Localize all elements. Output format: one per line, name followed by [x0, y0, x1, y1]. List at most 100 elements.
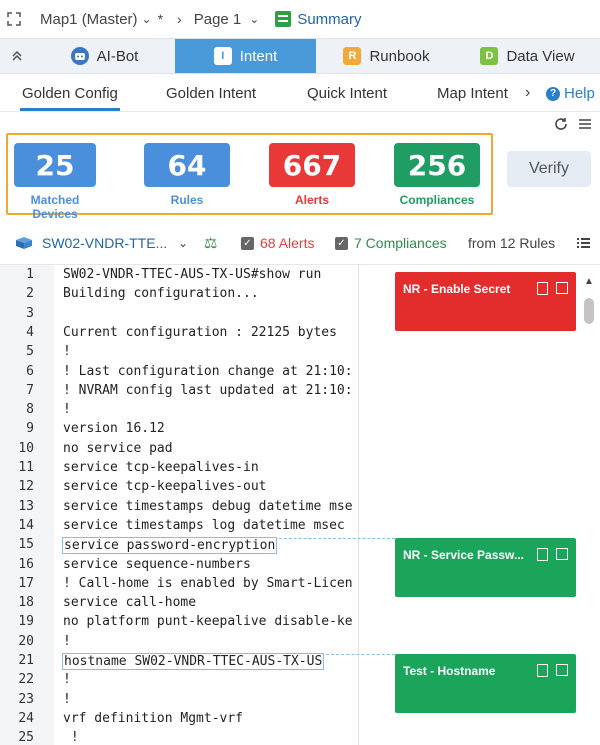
line-number: 13	[18, 498, 34, 514]
list-icon[interactable]	[577, 237, 590, 249]
summary-icon	[275, 11, 292, 27]
switch-icon	[16, 237, 32, 249]
line-number: 12	[18, 479, 34, 495]
stat-value: 667	[269, 143, 355, 187]
line-number: 22	[18, 672, 34, 688]
code-line: Current configuration : 22125 bytes	[63, 324, 337, 340]
tab-ai-bot[interactable]: AI-Bot	[34, 39, 175, 73]
tab-data-view[interactable]: D Data View	[457, 39, 598, 73]
code-line: no platform punt-keepalive disable-ke	[63, 614, 353, 630]
line-number: 23	[18, 691, 34, 707]
device-selector[interactable]: SW02-VNDR-TTE...	[42, 235, 167, 251]
chevron-down-icon: ⌄	[249, 12, 260, 26]
expand-icon[interactable]	[0, 0, 28, 38]
intent-i-icon: I	[213, 47, 232, 65]
menu-icon[interactable]	[578, 117, 592, 131]
code-line: ! NVRAM config last updated at 21:10:	[63, 382, 353, 398]
stat-label: Alerts	[294, 193, 329, 207]
code-line: !	[63, 730, 79, 745]
dataview-d-icon: D	[480, 47, 499, 65]
line-number: 10	[18, 440, 34, 456]
page-selector[interactable]: Page 1 ⌄	[194, 11, 260, 28]
tab-intent[interactable]: I Intent	[175, 39, 316, 73]
line-number: 15	[18, 537, 34, 553]
rule-card-title: NR - Service Passw...	[403, 548, 524, 562]
stat-value: 256	[394, 143, 480, 187]
rule-card-service-password[interactable]: NR - Service Passw...	[395, 538, 576, 597]
rule-card-hostname[interactable]: Test - Hostname	[395, 654, 576, 713]
code-line: !	[63, 672, 71, 688]
subnav-golden-intent[interactable]: Golden Intent	[166, 85, 256, 102]
config-viewer: 1 2 3 4 5 6 7 8 9 10 11 12 13 14 15 16 17 18 19 20 21 22 23 24 2…	[0, 264, 600, 745]
code-line: service sequence-numbers	[63, 556, 251, 572]
subnav-map-intent[interactable]: Map Intent	[437, 85, 508, 102]
rule-card-enable-secret[interactable]: NR - Enable Secret	[395, 272, 576, 331]
checkbox-checked-icon: ✓	[335, 236, 348, 250]
alerts-count: 68 Alerts	[260, 235, 315, 251]
code-line: !	[63, 691, 71, 707]
line-number: 14	[18, 517, 34, 533]
scroll-up-arrow-icon[interactable]: ▲	[584, 276, 594, 287]
rule-card-title: NR - Enable Secret	[403, 282, 511, 296]
tab-label: AI-Bot	[96, 47, 139, 65]
tool-icons	[554, 117, 592, 131]
scrollbar-thumb[interactable]	[584, 298, 594, 324]
code-line: !	[63, 344, 71, 360]
help-label: Help	[564, 85, 595, 102]
matched-code-line: hostname SW02-VNDR-TTEC-AUS-TX-US	[62, 653, 325, 670]
device-row: SW02-VNDR-TTE... ⌄ ⚖ ✓ 68 Alerts ✓ 7 Com…	[0, 229, 600, 257]
chevron-right-icon[interactable]: ›	[525, 84, 530, 102]
stat-matched-devices[interactable]: 25 Matched Devices	[12, 143, 98, 221]
main-tab-bar: AI-Bot I Intent R Runbook D Data View	[0, 38, 600, 74]
fullscreen-icon	[7, 12, 21, 26]
verify-button[interactable]: Verify	[507, 151, 591, 187]
code-line: ! Last configuration change at 21:10:	[63, 363, 353, 379]
stat-compliances[interactable]: 256 Compliances	[394, 143, 480, 207]
document-icon[interactable]	[537, 548, 548, 561]
stats-panel: 25 Matched Devices 64 Rules 667 Alerts 2…	[6, 133, 493, 221]
line-number: 1	[26, 267, 34, 282]
chevron-right-icon: ›	[177, 11, 182, 27]
external-link-icon[interactable]	[556, 664, 568, 676]
collapse-icon[interactable]	[0, 39, 34, 73]
subnav-golden-config[interactable]: Golden Config	[20, 85, 120, 111]
line-number: 17	[18, 575, 34, 591]
document-icon[interactable]	[537, 282, 548, 295]
help-icon: ?	[546, 86, 560, 101]
code-line: service tcp-keepalives-in	[63, 460, 259, 475]
summary-label: Summary	[297, 10, 362, 28]
line-number: 2	[26, 286, 34, 302]
map-selector[interactable]: Map1 (Master) ⌄ *	[40, 11, 163, 28]
stat-alerts[interactable]: 667 Alerts	[269, 143, 355, 207]
code-line: no service pad	[63, 440, 173, 456]
tab-label: Data View	[506, 47, 575, 65]
external-link-icon[interactable]	[556, 282, 568, 294]
chevron-down-icon: ⌄	[141, 12, 152, 26]
code-line: service call-home	[63, 595, 197, 611]
rule-connector	[326, 654, 395, 655]
help-link[interactable]: ? Help	[546, 85, 595, 102]
document-icon[interactable]	[537, 664, 548, 677]
subnav-quick-intent[interactable]: Quick Intent	[307, 85, 387, 102]
config-code[interactable]: SW02-VNDR-TTEC-AUS-TX-US#show run Buildin…	[54, 265, 359, 745]
rule-card-title: Test - Hostname	[403, 664, 496, 678]
alerts-checkbox[interactable]: ✓ 68 Alerts	[241, 235, 314, 251]
stat-label: Matched Devices	[30, 193, 80, 221]
tab-label: Runbook	[369, 47, 430, 65]
stat-rules[interactable]: 64 Rules	[144, 143, 230, 207]
compliances-checkbox[interactable]: ✓ 7 Compliances	[335, 235, 447, 251]
rule-connector	[279, 538, 395, 539]
code-line: service timestamps log datetime msec	[63, 517, 345, 533]
summary-button[interactable]: Summary	[275, 10, 362, 28]
chevron-down-icon[interactable]: ⌄	[178, 236, 188, 250]
code-line: service tcp-keepalives-out	[63, 479, 267, 495]
refresh-icon[interactable]	[554, 117, 568, 131]
external-link-icon[interactable]	[556, 548, 568, 560]
line-number: 3	[26, 305, 34, 321]
line-number: 21	[18, 653, 34, 668]
balance-scale-icon[interactable]: ⚖	[204, 234, 217, 252]
code-line: version 16.12	[63, 421, 165, 437]
tab-runbook[interactable]: R Runbook	[316, 39, 457, 73]
code-line: !	[63, 633, 71, 649]
line-number: 25	[18, 730, 34, 745]
